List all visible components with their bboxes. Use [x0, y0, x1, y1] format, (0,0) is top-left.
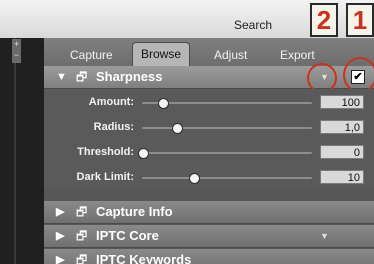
window-icon: 🗗: [76, 205, 88, 219]
value-field[interactable]: 1,0: [320, 120, 364, 134]
section-title: IPTC Core: [96, 228, 159, 243]
slider-track[interactable]: [142, 98, 312, 109]
gutter-divider: [14, 38, 16, 264]
slider-row-radius: Radius: 1,0: [44, 116, 374, 138]
triangle-right-icon[interactable]: ▶: [56, 225, 64, 247]
section-header-capture-info[interactable]: ▶ 🗗 Capture Info: [44, 201, 374, 224]
app-window: Search 2 1 + − Capture Browse Adjust Expo…: [0, 0, 374, 264]
tab-browse[interactable]: Browse: [132, 42, 191, 67]
window-icon: 🗗: [76, 229, 88, 243]
section-title: Capture Info: [96, 204, 173, 219]
slider-track[interactable]: [142, 123, 312, 134]
window-icon: 🗗: [76, 253, 88, 264]
triangle-right-icon[interactable]: ▶: [56, 249, 64, 264]
triangle-down-icon[interactable]: ▼: [56, 66, 67, 88]
tab-capture[interactable]: Capture: [70, 44, 113, 66]
slider-knob[interactable]: [138, 148, 149, 159]
callout-1-circle: [343, 57, 374, 93]
slider-track[interactable]: [138, 148, 312, 159]
callout-1: 1: [346, 3, 374, 37]
chevron-down-icon[interactable]: ▼: [320, 225, 329, 247]
slider-row-threshold: Threshold: 0: [44, 141, 374, 163]
add-remove-icon[interactable]: + −: [12, 39, 21, 63]
slider-row-amount: Amount: 100: [44, 91, 374, 113]
value-field[interactable]: 0: [320, 145, 364, 159]
slider-knob[interactable]: [189, 173, 200, 184]
browse-panel: ▼ 🗗 Sharpness ▼ ✔ Amount: 100 Radius: 1,…: [44, 57, 374, 264]
value-field[interactable]: 10: [320, 170, 364, 184]
slider-label: Threshold:: [77, 146, 134, 158]
slider-label: Radius:: [93, 121, 134, 133]
window-icon: 🗗: [76, 70, 88, 84]
section-title: IPTC Keywords: [96, 252, 192, 264]
slider-label: Dark Limit:: [76, 171, 134, 183]
tab-adjust[interactable]: Adjust: [214, 44, 247, 66]
callout-2: 2: [310, 3, 338, 37]
section-header-iptc-core[interactable]: ▶ 🗗 IPTC Core ▼: [44, 225, 374, 248]
section-title: Sharpness: [96, 69, 163, 84]
value-field[interactable]: 100: [320, 95, 364, 109]
slider-knob[interactable]: [172, 123, 183, 134]
search-label[interactable]: Search: [234, 18, 272, 32]
section-header-iptc-keywords[interactable]: ▶ 🗗 IPTC Keywords: [44, 249, 374, 264]
triangle-right-icon[interactable]: ▶: [56, 201, 64, 223]
slider-label: Amount:: [88, 96, 134, 108]
slider-knob[interactable]: [158, 98, 170, 109]
tab-export[interactable]: Export: [280, 44, 315, 66]
left-gutter: [0, 38, 44, 264]
slider-row-dark-limit: Dark Limit: 10: [44, 166, 374, 188]
slider-track[interactable]: [142, 173, 312, 184]
sharpness-controls: Amount: 100 Radius: 1,0 Threshold: 0 Dar…: [44, 89, 374, 189]
tab-bar: Capture Browse Adjust Export: [44, 38, 374, 67]
